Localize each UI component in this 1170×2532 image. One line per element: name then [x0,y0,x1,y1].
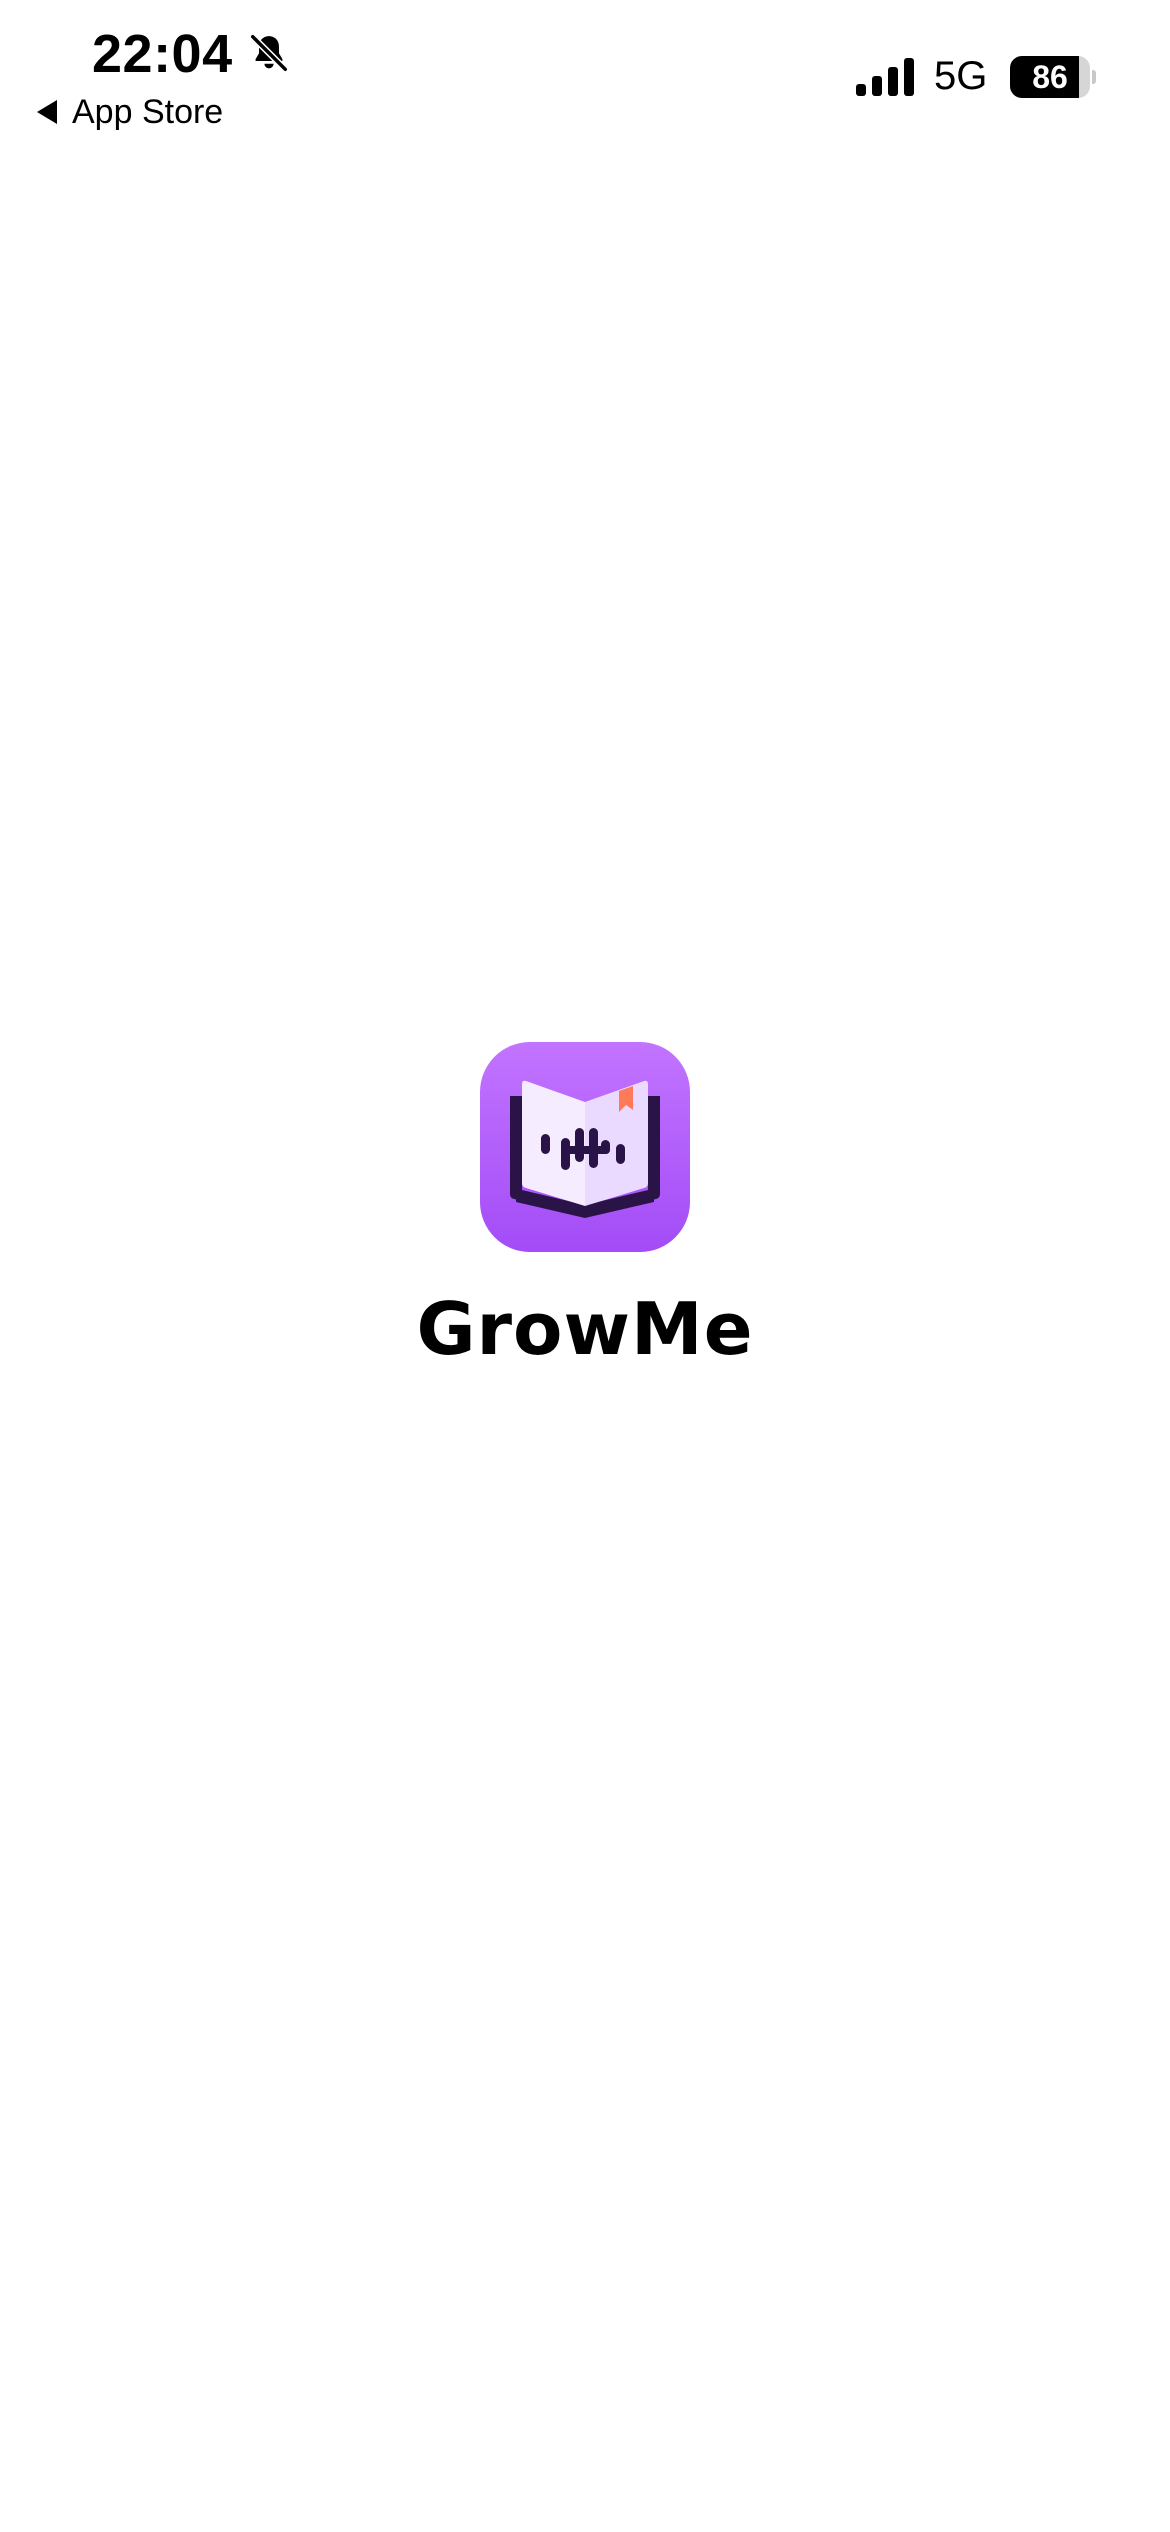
battery-level: 86 [1032,59,1068,95]
back-to-app-store[interactable]: App Store [36,90,223,134]
bell-slash-icon [249,33,289,73]
back-label: App Store [72,93,224,131]
status-bar: 22:04 App Store 5G 86 [0,0,1170,150]
network-type: 5G [934,54,988,98]
app-icon [480,1042,690,1252]
battery-cap [1092,70,1096,84]
battery-icon: 86 [1010,56,1096,98]
battery-body: 86 [1010,56,1090,98]
cellular-signal-icon [856,58,914,96]
back-triangle-icon [37,100,57,124]
app-name: GrowMe [416,1287,754,1371]
status-time: 22:04 [92,24,233,84]
